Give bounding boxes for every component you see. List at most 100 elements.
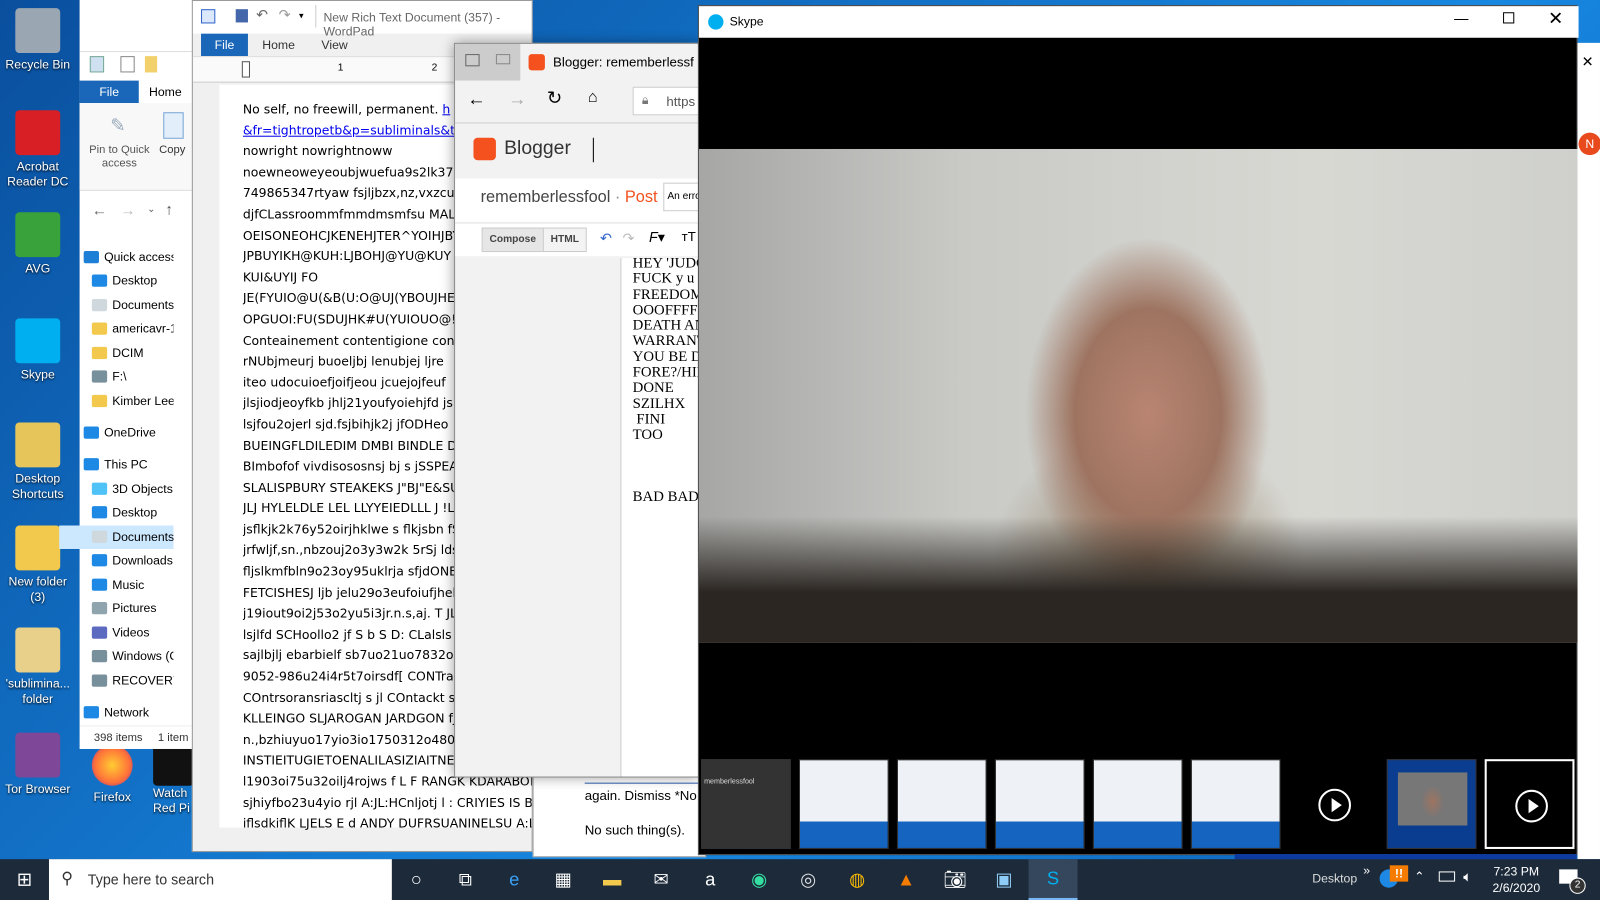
- recent-dropdown-icon[interactable]: ⌄: [147, 204, 156, 215]
- blogger-logo[interactable]: Blogger: [504, 138, 571, 160]
- back-icon[interactable]: ←: [467, 89, 485, 110]
- tab-file[interactable]: File: [79, 80, 139, 104]
- nav-item[interactable]: Desktop: [59, 269, 173, 292]
- forward-icon[interactable]: →: [508, 89, 526, 110]
- nav-item[interactable]: Videos: [59, 621, 173, 644]
- close-icon[interactable]: ✕: [1582, 53, 1594, 70]
- nav-item[interactable]: Kimber Lee: [59, 390, 173, 413]
- thumbnail-screen[interactable]: [1092, 759, 1183, 849]
- thumbnail-screen[interactable]: [1190, 759, 1281, 849]
- nav-item[interactable]: Downloads: [59, 549, 173, 572]
- properties-icon[interactable]: [89, 56, 105, 73]
- thumbnail-screen[interactable]: [994, 759, 1085, 849]
- back-icon[interactable]: ←: [92, 202, 107, 219]
- nav-item[interactable]: OneDrive: [59, 421, 173, 444]
- taskbar-vlc[interactable]: ▲: [882, 859, 931, 900]
- document-link[interactable]: h: [442, 102, 450, 116]
- nav-item[interactable]: Quick access: [59, 246, 173, 269]
- thumbnail-video[interactable]: [1386, 759, 1477, 849]
- taskbar-chrome[interactable]: ◍: [833, 859, 882, 900]
- desktop-icon[interactable]: Acrobat Reader DC: [0, 110, 76, 190]
- desktop-icon[interactable]: Recycle Bin: [0, 8, 76, 72]
- checkmark-icon[interactable]: [120, 56, 135, 73]
- taskbar-store[interactable]: ▦: [539, 859, 588, 900]
- taskbar-task-view[interactable]: ⧉: [441, 859, 490, 900]
- undo-icon[interactable]: ↶: [256, 6, 268, 23]
- thumbnail-screen[interactable]: memberlessfool: [701, 759, 791, 849]
- taskbar-skype[interactable]: S: [1028, 859, 1078, 900]
- html-tab[interactable]: HTML: [542, 227, 587, 253]
- set-tabs-aside-icon[interactable]: [495, 54, 511, 65]
- tab-home[interactable]: Home: [262, 38, 295, 52]
- copy-button[interactable]: Copy: [159, 144, 185, 156]
- thumbnail-play[interactable]: [1484, 759, 1575, 849]
- tab-file[interactable]: File: [201, 33, 248, 57]
- document-link[interactable]: &fr=tightropetb&p=subliminals&t: [243, 123, 455, 137]
- thumbnail-screen[interactable]: [798, 759, 889, 849]
- new-folder-icon[interactable]: [144, 56, 158, 73]
- alert-icon[interactable]: !!: [1389, 865, 1409, 882]
- video-feed[interactable]: [698, 148, 1579, 643]
- tab-preview-icon[interactable]: [465, 54, 480, 67]
- taskbar-camera-app[interactable]: ◎: [784, 859, 833, 900]
- up-icon[interactable]: ↑: [165, 201, 173, 218]
- nav-item[interactable]: americavr-1: [59, 317, 173, 340]
- desktop-toolbar[interactable]: Desktop: [1312, 871, 1357, 885]
- nav-item[interactable]: F:\: [59, 365, 173, 388]
- nav-item[interactable]: Windows (C:): [59, 645, 173, 668]
- blog-name-link[interactable]: rememberlessfool: [481, 189, 611, 206]
- thumbnail-play[interactable]: [1288, 759, 1379, 849]
- taskbar-camera[interactable]: 📷︎: [931, 859, 980, 900]
- tab-blogger[interactable]: Blogger: rememberlessf: [520, 43, 698, 81]
- minimize-button[interactable]: —: [1454, 10, 1468, 26]
- undo-icon[interactable]: ↶: [600, 230, 612, 247]
- home-icon[interactable]: ⌂: [588, 89, 598, 107]
- tab-home[interactable]: Home: [149, 81, 182, 103]
- compose-tab[interactable]: Compose: [481, 227, 544, 253]
- tab-view[interactable]: View: [321, 38, 347, 52]
- address-bar[interactable]: 🔒︎ https: [632, 86, 698, 116]
- thumbnail-screen[interactable]: [896, 759, 987, 849]
- refresh-icon[interactable]: ↻: [547, 88, 562, 109]
- maximize-button[interactable]: [1503, 12, 1515, 24]
- show-hidden-icons[interactable]: ⌃: [1414, 869, 1424, 883]
- nav-item[interactable]: Documents: [59, 525, 174, 549]
- nav-item[interactable]: DCIM: [59, 342, 173, 365]
- taskbar-mail[interactable]: ✉: [637, 859, 686, 900]
- indent-marker[interactable]: [241, 61, 250, 78]
- taskbar-cortana[interactable]: ○: [392, 859, 441, 900]
- battery-icon[interactable]: [1438, 871, 1456, 882]
- nav-item[interactable]: Pictures: [59, 597, 173, 620]
- taskbar-amazon[interactable]: a: [686, 859, 735, 900]
- nav-item[interactable]: Network: [59, 701, 173, 724]
- font-size-icon[interactable]: тT: [682, 229, 696, 244]
- start-button[interactable]: ⊞: [0, 859, 49, 900]
- redo-icon[interactable]: ↷: [622, 230, 634, 247]
- taskbar-paint[interactable]: ▣: [980, 859, 1029, 900]
- avatar[interactable]: N: [1578, 132, 1600, 156]
- save-icon[interactable]: [235, 9, 248, 23]
- nav-item[interactable]: This PC: [59, 453, 173, 476]
- nav-item[interactable]: RECOVERY: [59, 669, 173, 692]
- forward-icon[interactable]: →: [120, 202, 135, 219]
- pin-to-quick-access-button[interactable]: Pin to Quick access: [84, 144, 155, 171]
- font-icon[interactable]: F▾: [649, 229, 665, 246]
- nav-item[interactable]: Desktop: [59, 501, 173, 524]
- redo-icon[interactable]: ↷: [279, 6, 291, 23]
- clock[interactable]: 7:23 PM 2/6/2020: [1486, 863, 1547, 896]
- post-title-input[interactable]: An erro: [663, 182, 698, 212]
- close-button[interactable]: ✕: [1548, 8, 1563, 29]
- taskbar-tripadvisor[interactable]: ◉: [735, 859, 784, 900]
- toolbar-overflow-icon[interactable]: »: [1363, 863, 1370, 877]
- nav-item[interactable]: 3D Objects: [59, 478, 173, 501]
- desktop-icon[interactable]: Tor Browser: [0, 732, 76, 797]
- customize-quick-access-icon[interactable]: ▾: [299, 10, 304, 21]
- post-body[interactable]: HEY 'JUDGFUCK y u fFREEDOMOOOFFFFFDEATH …: [633, 255, 698, 506]
- nav-item[interactable]: Music: [59, 573, 173, 596]
- search-box[interactable]: ⚲ Type here to search: [48, 859, 392, 900]
- desktop-icon-firefox[interactable]: Firefox: [82, 744, 143, 805]
- taskbar-file-explorer[interactable]: ▬: [588, 859, 637, 900]
- taskbar-edge[interactable]: e: [490, 859, 539, 900]
- nav-item[interactable]: Documents: [59, 294, 173, 317]
- volume-icon[interactable]: 🔈︎: [1463, 868, 1472, 885]
